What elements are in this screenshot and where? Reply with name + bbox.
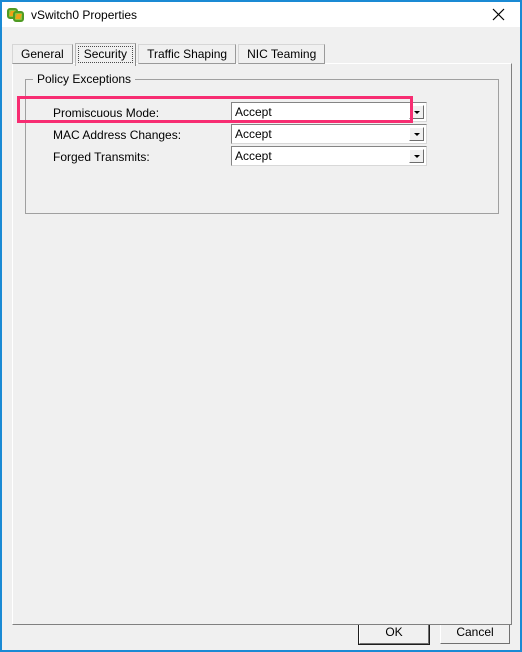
promiscuous-mode-select[interactable]: Accept	[231, 102, 427, 122]
tab-security-label: Security	[83, 47, 128, 61]
row-forged-transmits: Forged Transmits: Accept	[25, 146, 499, 168]
tab-traffic-shaping[interactable]: Traffic Shaping	[138, 44, 237, 64]
window-title: vSwitch0 Properties	[31, 7, 138, 22]
tab-panel-security: Policy Exceptions Promiscuous Mode: Acce…	[12, 63, 512, 625]
tab-bar: General Security Traffic Shaping NIC Tea…	[12, 42, 327, 66]
forged-transmits-label: Forged Transmits:	[53, 150, 150, 164]
tab-nic-teaming-label: NIC Teaming	[247, 47, 317, 61]
mac-address-changes-label: MAC Address Changes:	[53, 128, 182, 142]
dialog-window: vSwitch0 Properties General Security Tra…	[0, 0, 522, 652]
chevron-down-icon[interactable]	[409, 105, 424, 119]
dialog-body: General Security Traffic Shaping NIC Tea…	[2, 27, 520, 650]
close-icon[interactable]	[476, 2, 520, 27]
title-bar: vSwitch0 Properties	[2, 2, 520, 27]
tab-general-label: General	[21, 47, 64, 61]
chevron-down-icon[interactable]	[409, 149, 424, 163]
forged-transmits-value: Accept	[235, 149, 272, 163]
forged-transmits-select[interactable]: Accept	[231, 146, 427, 166]
chevron-down-icon[interactable]	[409, 127, 424, 141]
tab-general[interactable]: General	[12, 44, 73, 64]
tab-nic-teaming[interactable]: NIC Teaming	[238, 44, 326, 64]
tab-traffic-shaping-label: Traffic Shaping	[147, 47, 228, 61]
policy-exceptions-group-label: Policy Exceptions	[33, 72, 136, 86]
mac-address-changes-value: Accept	[235, 127, 272, 141]
row-promiscuous-mode: Promiscuous Mode: Accept	[25, 102, 499, 124]
tab-security[interactable]: Security	[74, 43, 137, 66]
promiscuous-mode-value: Accept	[235, 105, 272, 119]
mac-address-changes-select[interactable]: Accept	[231, 124, 427, 144]
row-mac-address-changes: MAC Address Changes: Accept	[25, 124, 499, 146]
promiscuous-mode-label: Promiscuous Mode:	[53, 106, 160, 120]
vswitch-icon	[7, 6, 25, 24]
